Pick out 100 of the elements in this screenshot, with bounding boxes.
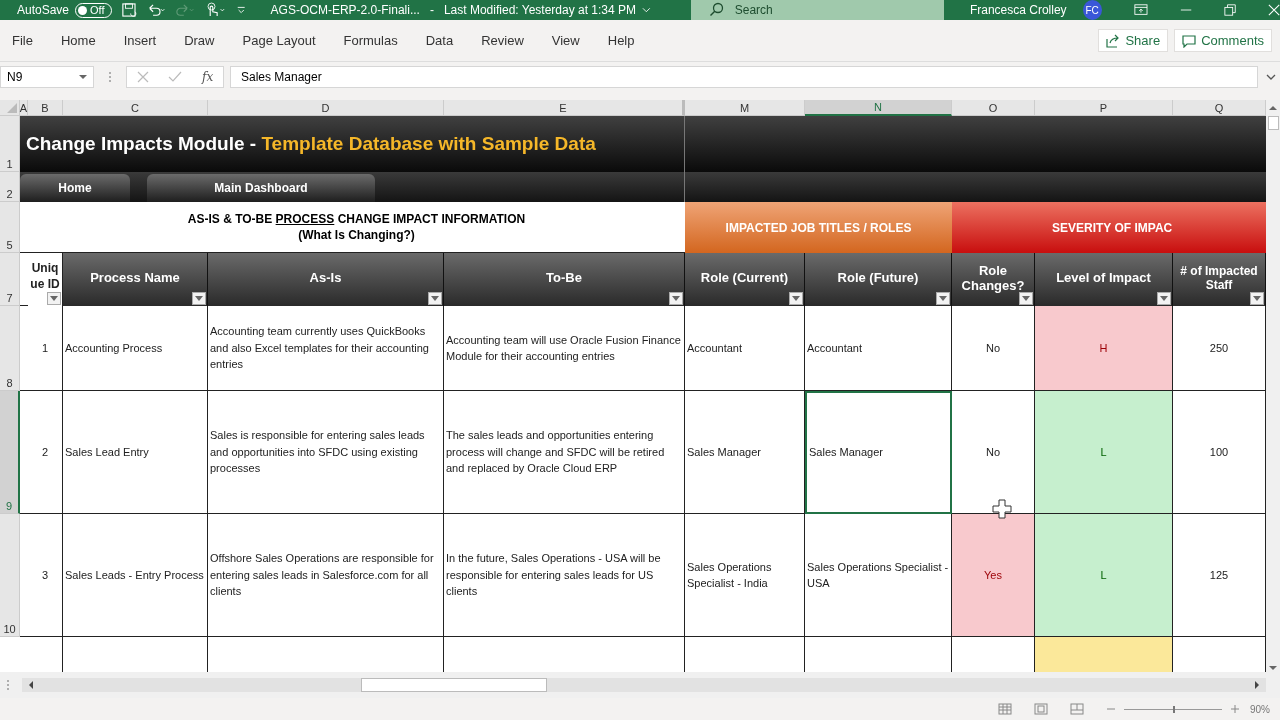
- page-layout-icon[interactable]: [1034, 703, 1048, 715]
- group-header: SEVERITY OF IMPAC: [952, 202, 1266, 253]
- share-button[interactable]: Share: [1098, 29, 1169, 52]
- filter-button[interactable]: [789, 292, 803, 305]
- ribbon-tab[interactable]: View: [543, 26, 589, 55]
- column-header[interactable]: N: [805, 100, 952, 116]
- nav-button[interactable]: Main Dashboard: [147, 174, 375, 202]
- row-header[interactable]: 1: [0, 116, 20, 172]
- column-header[interactable]: B: [28, 100, 63, 116]
- zoom-level[interactable]: 90%: [1250, 703, 1270, 715]
- caret-icon: [1160, 296, 1168, 301]
- filter-button[interactable]: [1250, 292, 1264, 305]
- ribbon-tab[interactable]: Help: [599, 26, 644, 55]
- horizontal-scrollbar[interactable]: [22, 678, 1266, 692]
- scroll-up-icon[interactable]: [1268, 104, 1278, 112]
- table-cell: Sales Lead Entry: [63, 391, 208, 514]
- name-box[interactable]: N9: [0, 66, 94, 88]
- restore-icon[interactable]: [1223, 3, 1236, 17]
- table-cell: Offshore Sales Operations are responsible for entering sales leads in Salesforce.com for all clients: [208, 514, 444, 637]
- table-cell: 2: [28, 391, 63, 514]
- close-icon[interactable]: [1267, 3, 1280, 17]
- save-icon[interactable]: [121, 2, 138, 18]
- filter-button[interactable]: [669, 292, 683, 305]
- caret-icon: [1022, 296, 1030, 301]
- table-cell: H: [1035, 306, 1173, 391]
- row-header[interactable]: 8: [0, 306, 20, 391]
- user-name: Francesca Crolley: [969, 3, 1067, 17]
- last-modified[interactable]: Last Modified: Yesterday at 1:34 PM: [443, 3, 637, 17]
- table-cell: Sales Manager: [805, 391, 952, 514]
- customize-icon[interactable]: [236, 4, 247, 16]
- user-avatar[interactable]: FC: [1082, 0, 1102, 20]
- table-cell: Accounting Process: [63, 306, 208, 391]
- table-cell: L: [1035, 391, 1173, 514]
- table-cell: Sales Leads - Entry Process: [63, 514, 208, 637]
- row-header[interactable]: 10: [0, 514, 20, 637]
- ribbon-tab[interactable]: Draw: [176, 26, 224, 55]
- ribbon-tab[interactable]: Data: [417, 26, 463, 55]
- caret-icon: [939, 296, 947, 301]
- table-cell: 100: [1173, 391, 1266, 514]
- row-header[interactable]: 7: [0, 253, 20, 306]
- grip-icon[interactable]: [108, 71, 112, 83]
- touch-icon[interactable]: [205, 1, 227, 19]
- undo-icon[interactable]: [147, 2, 167, 18]
- zoom-in-icon[interactable]: [1230, 704, 1240, 714]
- row-header[interactable]: 9: [0, 391, 20, 514]
- column-header[interactable]: M: [685, 100, 805, 116]
- table-cell: Sales Operations Specialist - USA: [805, 514, 952, 637]
- heading-text: To-Be: [545, 270, 583, 287]
- caret-icon: [50, 296, 58, 301]
- table-cell: 1: [28, 306, 63, 391]
- table-cell: The sales leads and opportunities entering process will change and SFDC will be retired and replaced by Oracle Cloud ERP: [444, 391, 685, 514]
- title-separator: -: [429, 3, 434, 17]
- insert-function-button[interactable]: fx: [202, 70, 214, 84]
- column-header[interactable]: C: [63, 100, 208, 116]
- heading-text: Role Changes?: [960, 262, 1026, 295]
- filter-button[interactable]: [428, 292, 442, 305]
- ribbon-tab[interactable]: File: [4, 26, 42, 55]
- scroll-right-icon[interactable]: [1252, 680, 1262, 690]
- check-icon[interactable]: [168, 71, 183, 83]
- table-cell: Accountant: [685, 306, 805, 391]
- cursor-icon: [992, 499, 1012, 519]
- scrollbar-thumb[interactable]: [1267, 116, 1279, 130]
- column-header[interactable]: O: [952, 100, 1035, 116]
- row-header[interactable]: 5: [0, 202, 20, 253]
- column-header[interactable]: Q: [1173, 100, 1266, 116]
- caret-icon: [431, 296, 439, 301]
- ribbon-tab[interactable]: Formulas: [335, 26, 407, 55]
- filter-button[interactable]: [1157, 292, 1171, 305]
- normal-view-icon[interactable]: [998, 703, 1012, 715]
- table-cell: Yes: [952, 514, 1035, 637]
- search-field[interactable]: Search: [690, 0, 944, 20]
- column-header[interactable]: D: [208, 100, 444, 116]
- filter-button[interactable]: [936, 292, 950, 305]
- caret-icon[interactable]: [642, 6, 651, 14]
- row-header[interactable]: 2: [0, 172, 20, 202]
- filter-button[interactable]: [192, 292, 206, 305]
- page-break-icon[interactable]: [1070, 703, 1084, 715]
- heading-text: Role (Future): [836, 270, 920, 287]
- caret-icon: [1253, 296, 1261, 301]
- heading-text: Level of Impact: [1055, 270, 1152, 287]
- expand-icon[interactable]: [1266, 73, 1276, 81]
- column-header[interactable]: E: [444, 100, 685, 116]
- comments-button[interactable]: Comments: [1174, 29, 1272, 52]
- grip-icon[interactable]: [6, 679, 10, 691]
- ribbon-tab[interactable]: Review: [473, 26, 533, 55]
- filter-button[interactable]: [1019, 292, 1033, 305]
- heading-text: Role (Current): [699, 270, 790, 287]
- caret-icon: [195, 296, 203, 301]
- caret-icon: [672, 296, 680, 301]
- ribbon-display-icon[interactable]: [1133, 3, 1148, 17]
- ribbon-tab[interactable]: Home: [52, 26, 105, 55]
- column-header[interactable]: P: [1035, 100, 1173, 116]
- formula-field[interactable]: Sales Manager: [230, 66, 1258, 88]
- table-cell: 125: [1173, 514, 1266, 637]
- filter-button[interactable]: [47, 292, 61, 305]
- heading-text: Process Name: [89, 270, 181, 287]
- ribbon-tab[interactable]: Insert: [115, 26, 166, 55]
- table-cell: Accounting team currently uses QuickBooks and also Excel templates for their accounting entries: [208, 306, 444, 391]
- nav-button[interactable]: Home: [20, 174, 130, 202]
- ribbon-tab[interactable]: Page Layout: [234, 26, 325, 55]
